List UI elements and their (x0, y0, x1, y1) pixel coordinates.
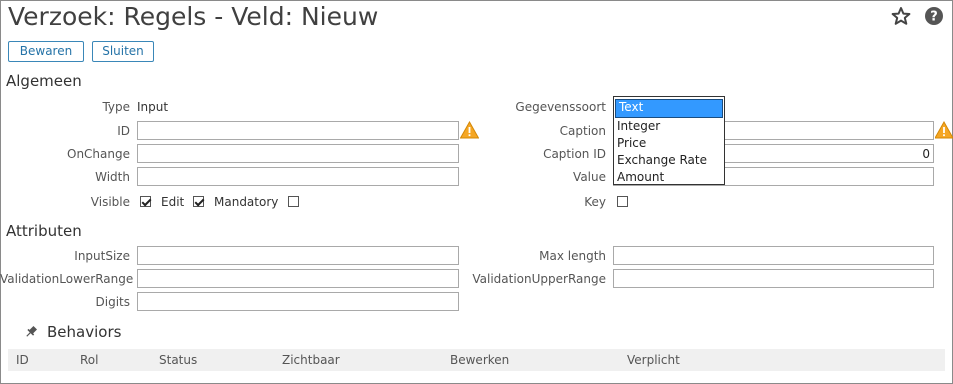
digits-field[interactable] (137, 292, 459, 311)
onchange-field[interactable] (137, 144, 459, 163)
svg-text:?: ? (930, 10, 938, 25)
width-label: Width (95, 170, 130, 184)
save-button[interactable]: Bewaren (8, 41, 84, 62)
type-value: Input (137, 100, 169, 114)
max-length-field[interactable] (613, 246, 934, 265)
onchange-label: OnChange (67, 147, 130, 161)
help-icon[interactable]: ? (924, 6, 944, 26)
page-title: Verzoek: Regels - Veld: Nieuw (8, 2, 379, 31)
datatype-option-amount[interactable]: Amount (614, 169, 724, 186)
id-field[interactable] (137, 121, 459, 140)
key-label: Key (584, 195, 606, 209)
inputsize-field[interactable] (137, 246, 459, 265)
visible-label: Visible (90, 195, 130, 209)
caption-label: Caption (559, 124, 606, 138)
section-general-title: Algemeen (6, 72, 82, 90)
datatype-option-text[interactable]: Text (615, 99, 723, 118)
section-attributes-title: Attributen (6, 222, 82, 240)
column-header-status[interactable]: Status (159, 353, 197, 367)
datatype-option-exchange-rate[interactable]: Exchange Rate (614, 152, 724, 169)
edit-label: Edit (161, 195, 185, 209)
section-behaviors-title: Behaviors (47, 323, 122, 341)
datatype-label: Gegevenssoort (515, 100, 606, 114)
visible-checkbox[interactable] (140, 196, 151, 207)
column-header-zichtbaar[interactable]: Zichtbaar (282, 353, 340, 367)
column-header-verplicht[interactable]: Verplicht (627, 353, 680, 367)
star-icon[interactable] (891, 6, 911, 26)
max-length-label: Max length (539, 249, 606, 263)
validation-lower-range-field[interactable] (137, 269, 459, 288)
caption-id-label: Caption ID (543, 147, 606, 161)
validation-lower-range-label: ValidationLowerRange (0, 272, 134, 286)
datatype-option-integer[interactable]: Integer (614, 118, 724, 135)
mandatory-checkbox[interactable] (288, 196, 299, 207)
close-button[interactable]: Sluiten (92, 41, 154, 62)
inputsize-label: InputSize (74, 249, 130, 263)
width-field[interactable] (137, 167, 459, 186)
pin-icon[interactable] (24, 324, 38, 338)
value-label: Value (573, 170, 606, 184)
caption-warning-icon (934, 120, 953, 139)
mandatory-label: Mandatory (214, 195, 279, 209)
datatype-option-price[interactable]: Price (614, 135, 724, 152)
validation-upper-range-field[interactable] (613, 269, 934, 288)
datatype-dropdown-list[interactable]: Text Integer Price Exchange Rate Amount (613, 96, 725, 185)
edit-checkbox[interactable] (193, 196, 204, 207)
digits-label: Digits (95, 295, 130, 309)
column-header-bewerken[interactable]: Bewerken (450, 353, 509, 367)
id-label: ID (117, 124, 130, 138)
validation-upper-range-label: ValidationUpperRange (472, 272, 606, 286)
column-header-rol[interactable]: Rol (80, 353, 98, 367)
column-header-id[interactable]: ID (16, 353, 29, 367)
type-label: Type (102, 100, 130, 114)
key-checkbox[interactable] (617, 196, 628, 207)
